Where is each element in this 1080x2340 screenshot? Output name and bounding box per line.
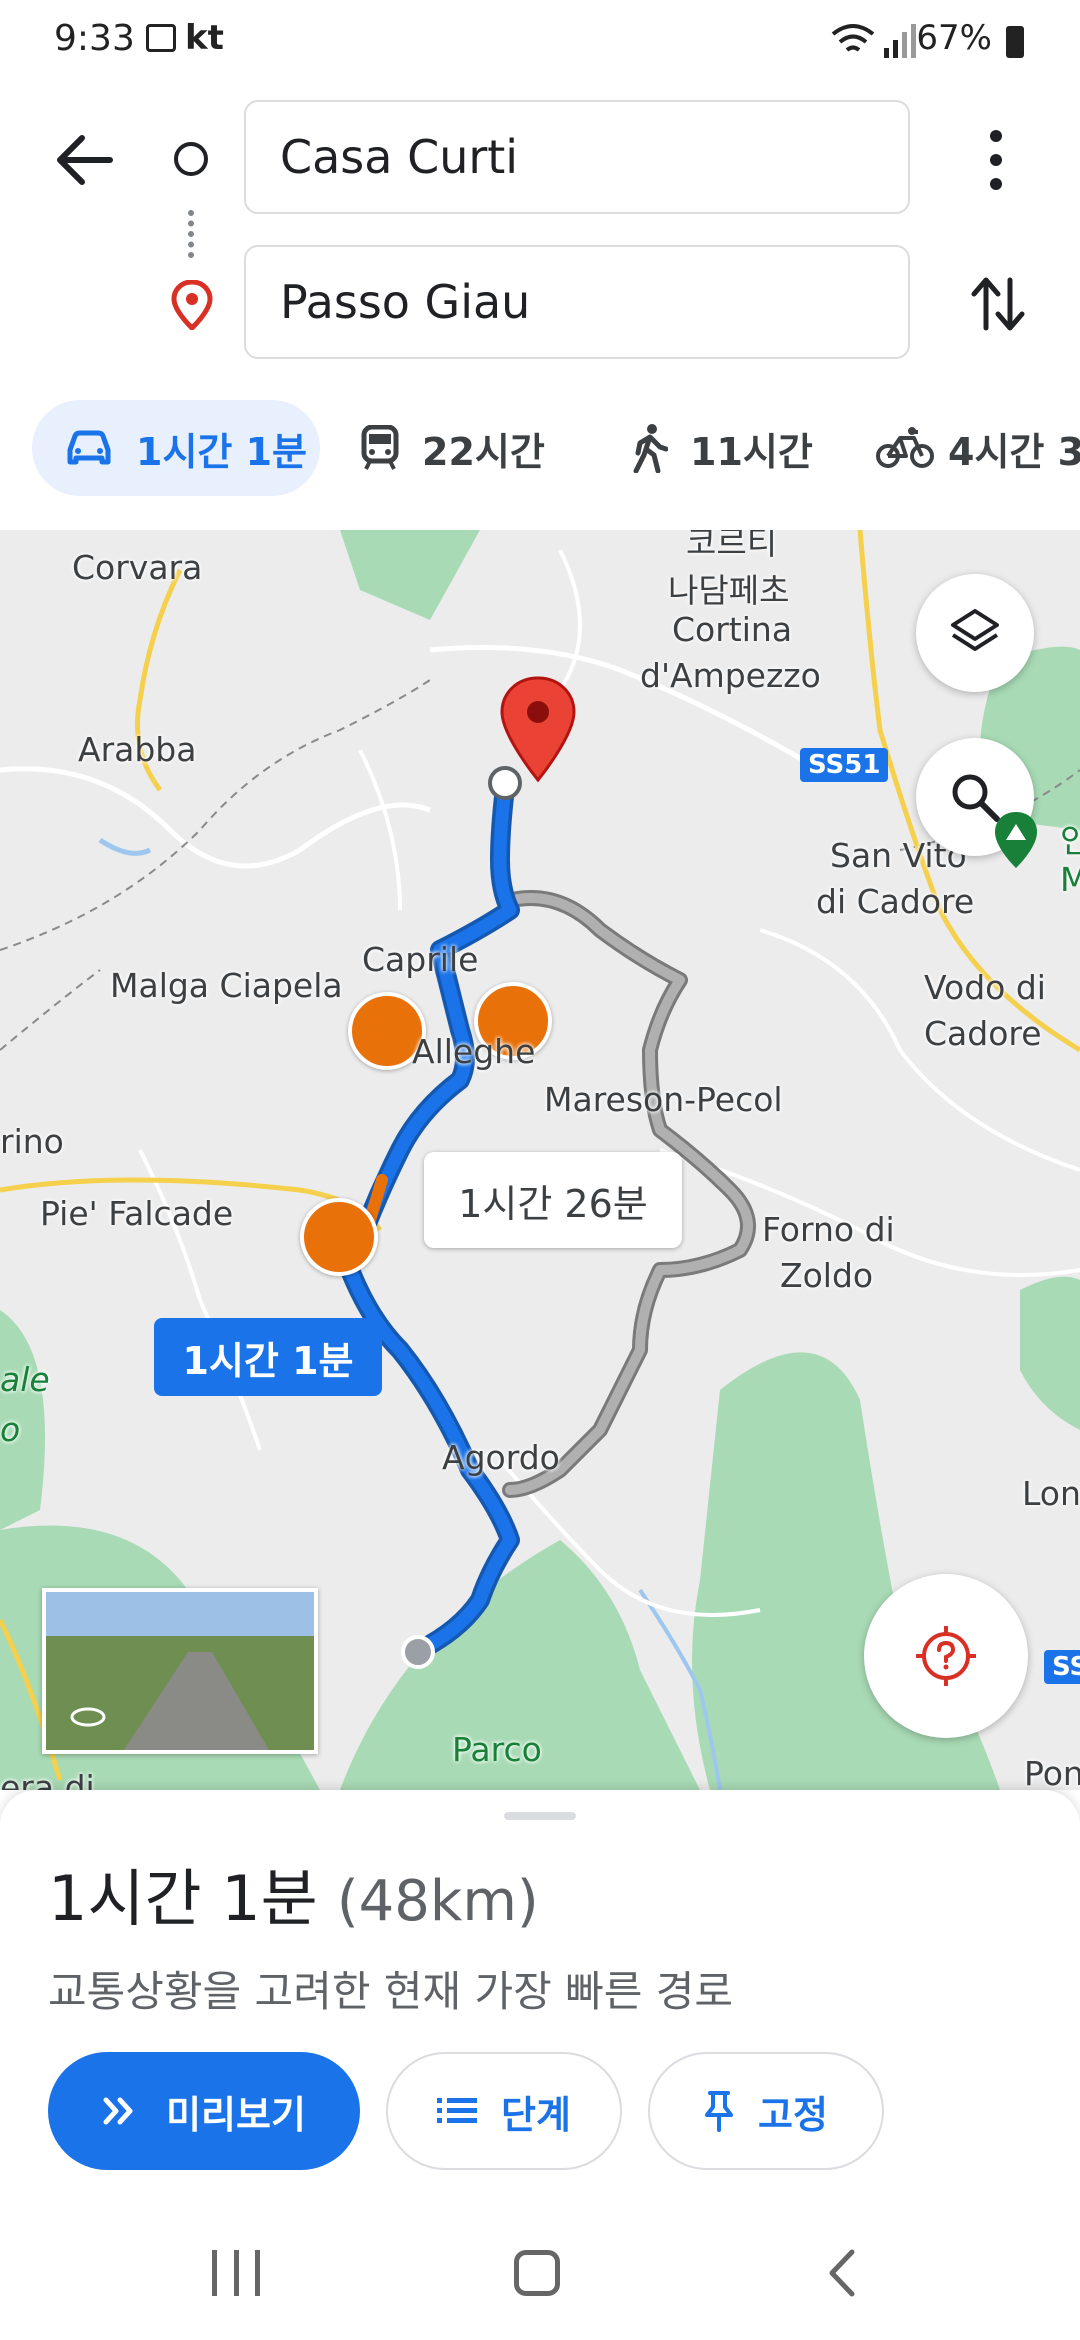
tab-walking-label: 11시간 <box>690 429 813 474</box>
double-chevron-icon <box>103 2097 133 2125</box>
tab-driving[interactable]: 1시간 1분 <box>32 400 320 496</box>
back-nav-icon[interactable] <box>826 2248 856 2298</box>
preview-label: 미리보기 <box>166 2092 306 2137</box>
map-label: Agordo <box>442 1438 560 1477</box>
map-label: 코르티 <box>686 530 778 562</box>
tab-driving-label: 1시간 1분 <box>136 429 307 474</box>
map-label: di Cadore <box>816 882 975 921</box>
signal-icon <box>884 24 916 58</box>
battery-icon <box>1006 26 1024 58</box>
road-shield: SS <box>1044 1650 1080 1684</box>
list-icon <box>437 2098 478 2123</box>
map-label: Zoldo <box>780 1256 874 1295</box>
map-label: Forno di <box>762 1210 895 1249</box>
more-options-icon[interactable] <box>980 128 1012 192</box>
map-label: Arabba <box>78 730 197 769</box>
route-description: 교통상황을 고려한 현재 가장 빠른 경로 <box>48 1967 733 2016</box>
status-time: 9:33 <box>54 18 135 59</box>
route-summary: 1시간 1분 (48km) <box>48 1848 539 1938</box>
map-label: Parco <box>452 1730 542 1769</box>
car-icon <box>67 430 111 465</box>
map-label: Mareson-Pecol <box>544 1080 783 1119</box>
map-label: 나담페초 <box>668 571 790 610</box>
walk-icon <box>633 424 668 473</box>
route-distance: (48km) <box>336 1869 539 1934</box>
speed-camera-icon[interactable] <box>300 1198 378 1276</box>
map-label: era di <box>0 1768 95 1790</box>
bike-icon <box>876 427 934 468</box>
tab-cycling-label: 4시간 3 <box>948 429 1080 474</box>
my-location-button[interactable] <box>864 1574 1028 1738</box>
origin-dot-icon <box>174 142 208 176</box>
destination-field[interactable]: Passo Giau <box>244 245 910 359</box>
map-label: Vodo di <box>924 968 1046 1007</box>
map-label: Alleghe <box>412 1032 536 1071</box>
map-label: o <box>0 1410 21 1449</box>
map-label: 인 <box>1060 821 1080 860</box>
route-details-sheet[interactable]: 1시간 1분 (48km) 교통상황을 고려한 현재 가장 빠른 경로 미리보기… <box>0 1790 1080 2340</box>
tab-transit-label: 22시간 <box>422 429 545 474</box>
tab-walking[interactable]: 11시간 <box>632 400 832 496</box>
main-route-time-text: 1시간 1분 <box>182 1338 354 1383</box>
map-label: Pie' Falcade <box>40 1194 234 1233</box>
map-label: Lon <box>1022 1474 1080 1513</box>
map-label: Pon <box>1024 1754 1080 1790</box>
pin-icon <box>705 2091 734 2132</box>
back-arrow-icon[interactable] <box>52 132 116 188</box>
road-shield: SS51 <box>800 748 889 782</box>
map-label: Cadore <box>924 1014 1042 1053</box>
drag-handle[interactable] <box>504 1812 576 1820</box>
layers-button[interactable] <box>916 574 1034 692</box>
map-label: Caprile <box>362 940 479 979</box>
map-label: d'Ampezzo <box>640 656 821 695</box>
home-button[interactable] <box>514 2250 560 2296</box>
map-label: ale <box>0 1360 50 1399</box>
tab-transit[interactable]: 22시간 <box>360 400 580 496</box>
tab-cycling[interactable]: 4시간 3 <box>876 400 1080 496</box>
map-label: rino <box>0 1122 64 1161</box>
battery-percent: 67% <box>916 18 992 58</box>
origin-field[interactable]: Casa Curti <box>244 100 910 214</box>
steps-button[interactable]: 단계 <box>386 2052 622 2170</box>
map-label: M <box>1060 860 1080 899</box>
alt-route-time-text: 1시간 26분 <box>458 1181 648 1226</box>
alt-route-time-label[interactable]: 1시간 26분 <box>424 1152 682 1248</box>
green-place-marker-icon[interactable] <box>992 810 1040 870</box>
status-carrier: kt <box>185 18 224 58</box>
recent-apps-button[interactable] <box>212 2250 260 2296</box>
pin-button[interactable]: 고정 <box>648 2052 884 2170</box>
rotate-360-icon <box>70 1707 106 1727</box>
route-dots <box>188 210 200 258</box>
map-view[interactable]: Corvara 코르티 나담페초 Cortina d'Ampezzo Arabb… <box>0 530 1080 1790</box>
layers-icon <box>951 609 999 651</box>
steps-label: 단계 <box>501 2092 571 2137</box>
swap-icon[interactable] <box>968 274 1028 334</box>
preview-button[interactable]: 미리보기 <box>48 2052 360 2170</box>
destination-marker-icon[interactable] <box>498 674 578 784</box>
map-label: Corvara <box>72 548 203 587</box>
location-unknown-icon <box>916 1626 976 1686</box>
train-icon <box>361 425 399 470</box>
destination-pin-icon <box>171 280 213 330</box>
pin-label: 고정 <box>758 2092 828 2137</box>
status-bar: 9:33 kt 67% <box>0 0 1080 82</box>
main-route-time-label[interactable]: 1시간 1분 <box>154 1318 382 1396</box>
gallery-icon <box>146 24 176 52</box>
map-label: Cortina <box>672 610 793 649</box>
map-label: Malga Ciapela <box>110 966 343 1005</box>
street-view-thumbnail[interactable] <box>42 1588 318 1754</box>
route-duration: 1시간 1분 <box>48 1862 318 1935</box>
wifi-icon <box>831 24 875 52</box>
